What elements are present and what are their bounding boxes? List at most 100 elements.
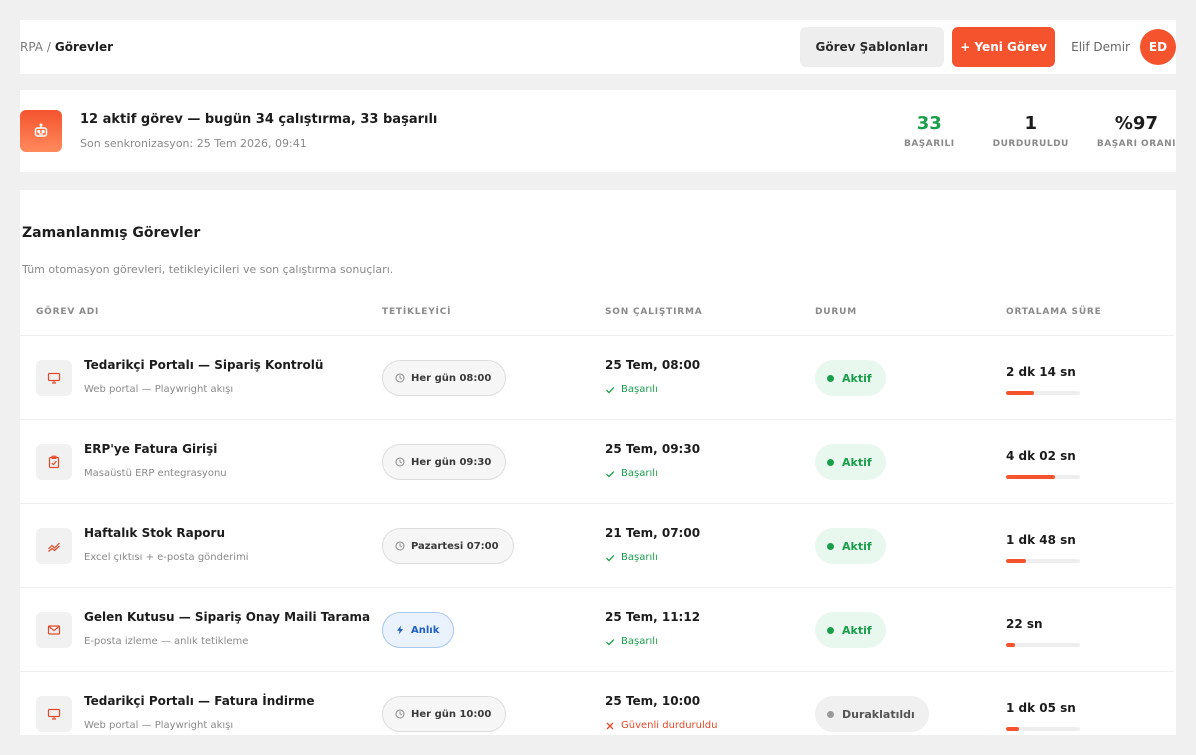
run-status-label: Başarılı [621, 636, 658, 647]
clock-icon [395, 709, 405, 719]
mail-icon [36, 612, 72, 648]
status-dot [827, 374, 834, 382]
duration-bar-fill [1006, 559, 1026, 563]
trigger-pill: Her gün 09:30 [382, 444, 507, 480]
last-run-time: 25 Tem, 08:00 [605, 358, 701, 372]
last-run-time: 25 Tem, 10:00 [605, 694, 701, 708]
column-header-last-run: SON ÇALIŞTIRMA [605, 307, 703, 317]
stat-success-rate: %97 BAŞARI ORANI [1097, 113, 1176, 149]
task-name[interactable]: Haftalık Stok Raporu [84, 526, 225, 540]
trigger-pill: Anlık [382, 612, 455, 648]
avatar[interactable]: ED [1140, 29, 1176, 65]
check-icon [605, 553, 621, 563]
task-description: E-posta izleme — anlık tetikleme [84, 636, 249, 647]
table-row[interactable]: Gelen Kutusu — Sipariş Onay Maili Tarama… [20, 588, 1174, 672]
duration-bar-fill [1006, 727, 1019, 731]
top-bar: RPA / Görevler Görev Şablonları + Yeni G… [20, 20, 1176, 74]
status-label: Aktif [842, 371, 872, 385]
stat-stopped: 1 DURDURULDU [993, 113, 1069, 149]
summary-card: 12 aktif görev — bugün 34 çalıştırma, 33… [20, 90, 1176, 172]
task-name[interactable]: Tedarikçi Portalı — Fatura İndirme [84, 694, 315, 708]
section-title: Zamanlanmış Görevler [22, 225, 201, 241]
task-description: Masaüstü ERP entegrasyonu [84, 468, 227, 479]
breadcrumb-root[interactable]: RPA / [20, 40, 51, 54]
last-run-status: Başarılı [605, 552, 658, 563]
last-run-status: Başarılı [605, 636, 658, 647]
user-name: Elif Demir [1071, 40, 1130, 54]
stat-value: 33 [916, 113, 942, 134]
column-header-avg-duration: ORTALAMA SÜRE [1006, 307, 1102, 317]
table-header: GÖREV ADI TETİKLEYİCİ SON ÇALIŞTIRMA DUR… [20, 298, 1174, 336]
duration-bar-fill [1006, 643, 1015, 647]
trigger-label: Pazartesi 07:00 [411, 540, 499, 552]
status-badge: Duraklatıldı [815, 696, 929, 732]
task-description: Web portal — Playwright akışı [84, 720, 234, 731]
last-run-time: 25 Tem, 11:12 [605, 610, 701, 624]
duration-bar [1006, 391, 1080, 395]
duration-bar [1006, 643, 1080, 647]
cross-icon [605, 721, 621, 731]
clock-icon [395, 373, 405, 383]
avg-duration: 4 dk 02 sn [1006, 449, 1076, 463]
stat-label: BAŞARILI [903, 139, 955, 149]
status-dot [827, 710, 834, 718]
check-icon [605, 469, 621, 479]
table-row[interactable]: Tedarikçi Portalı — Sipariş Kontrolü Web … [20, 336, 1174, 420]
status-dot [827, 458, 834, 466]
task-templates-button[interactable]: Görev Şablonları [799, 27, 945, 67]
status-badge: Aktif [815, 444, 886, 480]
duration-bar [1006, 727, 1080, 731]
duration-bar-fill [1006, 391, 1035, 395]
check-icon [605, 637, 621, 647]
column-header-trigger: TETİKLEYİCİ [382, 307, 452, 317]
avg-duration: 2 dk 14 sn [1006, 365, 1076, 379]
duration-bar-fill [1006, 475, 1055, 479]
trigger-label: Her gün 10:00 [411, 708, 492, 720]
trigger-label: Her gün 09:30 [411, 456, 492, 468]
status-label: Duraklatıldı [842, 707, 915, 721]
bolt-icon [395, 625, 405, 635]
table-row[interactable]: Tedarikçi Portalı — Fatura İndirme Web po… [20, 672, 1174, 735]
monitor-icon [36, 696, 72, 732]
trigger-pill: Her gün 10:00 [382, 696, 507, 732]
stat-label: DURDURULDU [992, 139, 1069, 149]
task-name[interactable]: Tedarikçi Portalı — Sipariş Kontrolü [84, 358, 323, 372]
task-description: Web portal — Playwright akışı [84, 384, 234, 395]
avg-duration: 22 sn [1006, 617, 1043, 631]
last-run-status: Başarılı [605, 468, 658, 479]
stat-value: 1 [1024, 113, 1038, 134]
last-run-status: Güvenli durduruldu [605, 720, 717, 731]
run-status-label: Başarılı [621, 468, 658, 479]
clipboard-check-icon [36, 444, 72, 480]
sync-timestamp: Son senkronizasyon: 25 Tem 2026, 09:41 [80, 137, 307, 150]
table-row[interactable]: ERP'ye Fatura Girişi Masaüstü ERP entegra… [20, 420, 1174, 504]
status-dot [827, 542, 834, 550]
breadcrumb-current: Görevler [54, 40, 114, 54]
status-badge: Aktif [815, 528, 886, 564]
duration-bar [1006, 475, 1080, 479]
run-status-label: Başarılı [621, 552, 658, 563]
status-badge: Aktif [815, 360, 886, 396]
run-status-label: Başarılı [621, 384, 658, 395]
trigger-label: Anlık [411, 624, 440, 636]
duration-bar [1006, 559, 1080, 563]
trigger-pill: Pazartesi 07:00 [382, 528, 514, 564]
check-icon [605, 385, 621, 395]
last-run-time: 21 Tem, 07:00 [605, 526, 701, 540]
stat-successful: 33 BAŞARILI [904, 113, 955, 149]
run-status-label: Güvenli durduruldu [621, 720, 718, 731]
task-name[interactable]: ERP'ye Fatura Girişi [84, 442, 217, 456]
column-header-task-name: GÖREV ADI [36, 307, 100, 317]
breadcrumb: RPA / Görevler [20, 40, 113, 54]
table-row[interactable]: Haftalık Stok Raporu Excel çıktısı + e-po… [20, 504, 1174, 588]
clock-icon [395, 541, 405, 551]
status-badge: Aktif [815, 612, 886, 648]
clock-icon [395, 457, 405, 467]
stat-value: %97 [1114, 113, 1158, 134]
new-task-button[interactable]: + Yeni Görev [952, 27, 1056, 67]
task-name[interactable]: Gelen Kutusu — Sipariş Onay Maili Tarama [84, 610, 370, 624]
avg-duration: 1 dk 48 sn [1006, 533, 1076, 547]
last-run-time: 25 Tem, 09:30 [605, 442, 701, 456]
robot-icon [20, 110, 62, 152]
status-label: Aktif [842, 539, 872, 553]
